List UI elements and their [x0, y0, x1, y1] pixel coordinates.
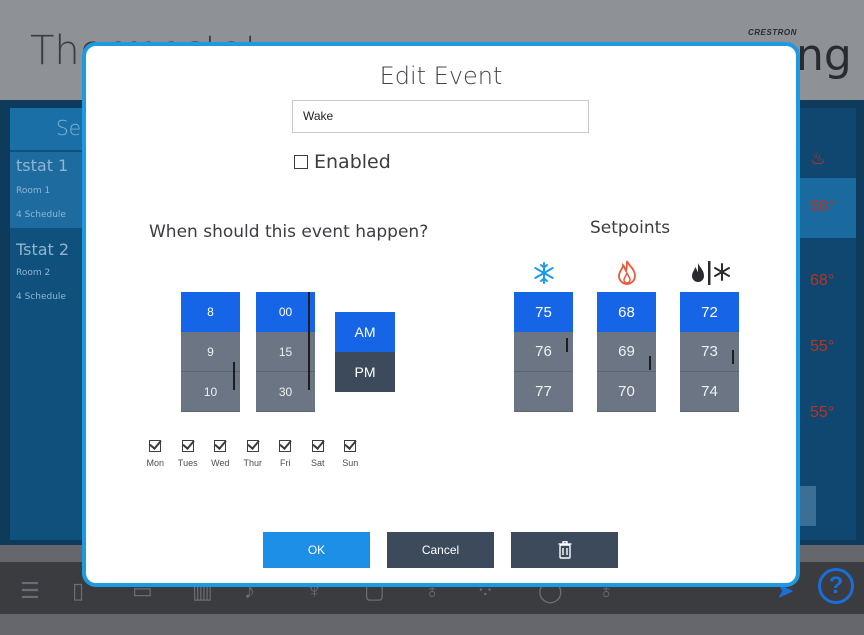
thermostat-room: Room 2 — [16, 268, 51, 278]
am-option[interactable]: AM — [335, 312, 395, 352]
brand-logo-small: CRESTRON — [748, 28, 797, 37]
thermostat-list-header-label: Se — [56, 116, 81, 140]
heat-setpoint-picker[interactable]: 68 69 70 — [597, 292, 656, 412]
cool-scrollbar[interactable] — [566, 338, 568, 352]
picker-option[interactable]: 10 — [181, 372, 240, 412]
picker-option[interactable]: 68 — [597, 292, 656, 332]
hour-picker[interactable]: 8 9 10 — [181, 292, 240, 412]
day-checkbox-fri[interactable]: Fri — [269, 440, 302, 468]
brand-logo: ng — [796, 30, 852, 81]
picker-option[interactable]: 77 — [514, 372, 573, 412]
checkmark-icon[interactable] — [214, 440, 227, 452]
day-label: Sun — [342, 458, 359, 468]
snowflake-icon — [514, 258, 574, 288]
day-checkbox-wed[interactable]: Wed — [204, 440, 237, 468]
right-value: 68° — [810, 272, 835, 289]
picker-option[interactable]: 8 — [181, 292, 240, 332]
checkmark-icon[interactable] — [181, 440, 194, 452]
hour-scrollbar[interactable] — [233, 362, 235, 390]
day-checkbox-mon[interactable]: Mon — [139, 440, 172, 468]
thermostat-schedules: 4 Schedule — [16, 292, 66, 302]
picker-option[interactable]: 9 — [181, 332, 240, 372]
ampm-selector[interactable]: AM PM — [335, 312, 395, 392]
enabled-label: Enabled — [314, 151, 391, 173]
checkmark-icon[interactable] — [311, 440, 324, 452]
day-label: Sat — [310, 458, 325, 468]
days-of-week: Mon Tues Wed Thur Fri Sat Sun — [139, 440, 367, 468]
thermostat-schedules: 4 Schedule — [16, 210, 66, 220]
checkmark-icon[interactable] — [344, 440, 357, 452]
picker-option[interactable]: 75 — [514, 292, 573, 332]
help-button[interactable]: ? — [818, 568, 854, 604]
picker-option[interactable]: 73 — [680, 332, 739, 372]
checkmark-icon[interactable] — [279, 440, 292, 452]
trash-icon — [558, 541, 571, 559]
setpoints-title: Setpoints — [590, 218, 671, 238]
day-checkbox-thur[interactable]: Thur — [237, 440, 270, 468]
minute-picker[interactable]: 00 15 30 — [256, 292, 315, 412]
picker-option[interactable]: 00 — [256, 292, 315, 332]
day-label: Wed — [211, 458, 230, 468]
day-checkbox-sat[interactable]: Sat — [302, 440, 335, 468]
dialog-title: Edit Event — [379, 62, 503, 90]
right-value: 68° — [810, 198, 835, 215]
checkbox-box[interactable] — [294, 155, 308, 169]
picker-option[interactable]: 70 — [597, 372, 656, 412]
day-checkbox-tues[interactable]: Tues — [172, 440, 205, 468]
day-label: Tues — [177, 458, 198, 468]
menu-icon[interactable]: ☰ — [20, 578, 40, 604]
picker-option[interactable]: 76 — [514, 332, 573, 372]
picker-option[interactable]: 15 — [256, 332, 315, 372]
flame-icon: ♨ — [810, 148, 827, 168]
minute-scrollbar[interactable] — [308, 292, 310, 390]
day-label: Thur — [243, 458, 262, 468]
auto-setpoint-picker[interactable]: 72 73 74 — [680, 292, 739, 412]
picker-option[interactable]: 69 — [597, 332, 656, 372]
right-value: 55° — [810, 338, 835, 355]
enabled-checkbox[interactable]: Enabled — [294, 151, 391, 173]
thermostat-name: Tstat 2 — [16, 240, 70, 259]
schedule-question: When should this event happen? — [149, 222, 429, 242]
picker-option[interactable]: 72 — [680, 292, 739, 332]
checkmark-icon[interactable] — [246, 440, 259, 452]
right-panel — [796, 108, 856, 540]
cancel-button[interactable]: Cancel — [387, 532, 494, 568]
day-label: Mon — [146, 458, 164, 468]
pm-option[interactable]: PM — [335, 352, 395, 392]
right-value: 55° — [810, 404, 835, 421]
flame-icon — [597, 258, 657, 288]
heat-scrollbar[interactable] — [649, 356, 651, 370]
cool-setpoint-picker[interactable]: 75 76 77 — [514, 292, 573, 412]
day-label: Fri — [280, 458, 291, 468]
thermostat-name: tstat 1 — [16, 156, 69, 175]
thermostat-room: Room 1 — [16, 186, 51, 196]
picker-option[interactable]: 74 — [680, 372, 739, 412]
picker-option[interactable]: 30 — [256, 372, 315, 412]
delete-button[interactable] — [511, 532, 618, 568]
event-name-input[interactable]: Wake — [292, 100, 589, 133]
door-icon[interactable]: ▯ — [72, 578, 84, 604]
day-checkbox-sun[interactable]: Sun — [334, 440, 367, 468]
ok-button[interactable]: OK — [263, 532, 370, 568]
checkmark-icon[interactable] — [149, 440, 162, 452]
edit-event-dialog: Edit Event Wake Enabled When should this… — [82, 42, 800, 587]
auto-scrollbar[interactable] — [732, 350, 734, 364]
auto-heat-cool-icon — [680, 258, 740, 288]
